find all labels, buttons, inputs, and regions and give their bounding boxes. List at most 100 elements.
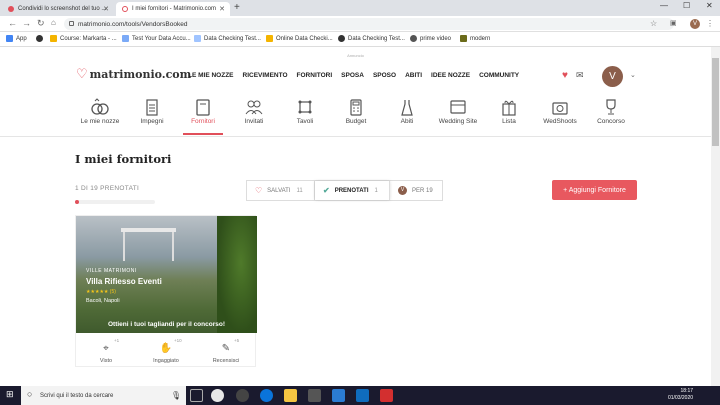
back-icon[interactable]: ← [8, 18, 17, 28]
nav-item[interactable]: FORNITORI [297, 72, 333, 79]
nav-item[interactable]: COMMUNITY [479, 72, 519, 79]
action-ingaggiato[interactable]: ✋ +10 Ingaggiato [136, 338, 196, 364]
subnav-item-wedshoots[interactable]: WedShoots [532, 95, 588, 125]
star-icon[interactable]: ☆ [650, 19, 657, 28]
mail-icon[interactable]: ✉ [576, 70, 584, 81]
subnav-item-wedding-site[interactable]: Wedding Site [430, 95, 486, 125]
scrollbar-thumb[interactable] [712, 58, 719, 146]
user-avatar[interactable]: V [602, 66, 623, 87]
nav-item[interactable]: LE MIE NOZZE [188, 72, 234, 79]
bookmark-item[interactable]: App [6, 35, 27, 42]
bookmark-item[interactable]: Data Checking Test... [338, 35, 405, 42]
bookmark-item[interactable]: modern [460, 35, 490, 42]
chrome-icon[interactable] [211, 389, 224, 402]
globe-icon [338, 35, 345, 42]
review-bubble-icon: ✎ [221, 343, 231, 354]
vendor-card[interactable]: VILLE MATRIMONI Villa Rifiesso Eventi ★★… [75, 215, 257, 367]
bookmark-item[interactable]: Test Your Data Accu... [122, 35, 191, 42]
app-icon[interactable] [236, 389, 249, 402]
menu-icon[interactable]: ⋮ [706, 19, 714, 28]
subnav-item-le-mie-nozze[interactable]: Le mie nozze [72, 95, 128, 125]
heart-icon[interactable]: ♥ [562, 70, 568, 81]
browser-tab-active[interactable]: I miei fornitori - Matrimonio.com ✕ [116, 2, 230, 16]
folder-icon[interactable] [284, 389, 297, 402]
gift-icon [502, 100, 516, 116]
close-icon[interactable]: ✕ [103, 5, 109, 13]
table-icon [298, 100, 312, 114]
bookmark-item[interactable] [36, 35, 46, 42]
calculator-icon [350, 99, 362, 116]
action-recensisci[interactable]: ✎ +5 Recensisci [196, 338, 256, 364]
task-view-icon[interactable] [190, 389, 203, 402]
windows-start-icon[interactable]: ⊞ [6, 389, 14, 400]
home-icon[interactable]: ⌂ [51, 18, 56, 27]
edge-icon[interactable] [260, 389, 273, 402]
close-icon[interactable]: ✕ [219, 5, 225, 13]
bookmark-item[interactable]: Course: Markarta - ... [50, 35, 117, 42]
tab-title: Condividi lo screenshot del tuo ... [18, 6, 107, 12]
taskbar-search[interactable]: ○ Scrivi qui il testo da cercare 🎙 [21, 386, 186, 405]
profile-avatar[interactable]: V [690, 19, 700, 29]
subnav-item-impegni[interactable]: Impegni [124, 95, 180, 125]
nav-item[interactable]: SPOSO [373, 72, 396, 79]
bookmark-icon [460, 35, 467, 42]
subnav-item-concorso[interactable]: Concorso [583, 95, 639, 125]
booked-count: 1 DI 19 PRENOTATI [75, 185, 140, 192]
url-input[interactable]: matrimonio.com/tools/VendorsBooked [64, 18, 674, 30]
bookmark-item[interactable]: Data Checking Test... [194, 35, 261, 42]
gazebo-illustration [121, 228, 176, 261]
microphone-icon[interactable]: 🎙 [171, 391, 181, 400]
filter-booked[interactable]: ✔ PRENOTATI 1 [315, 181, 390, 200]
nav-item[interactable]: IDEE NOZZE [431, 72, 470, 79]
maximize-icon[interactable]: ☐ [683, 1, 690, 10]
guests-icon [245, 100, 263, 115]
favicon-icon [8, 6, 14, 12]
store-icon[interactable] [308, 389, 321, 402]
dress-icon [401, 100, 413, 116]
bookmark-item[interactable]: prime video [410, 35, 451, 42]
nav-item[interactable]: ABITI [405, 72, 422, 79]
app-icon[interactable] [380, 389, 393, 402]
action-visto[interactable]: ⌖ +1 Visto [76, 338, 136, 364]
heart-logo-icon: ♡ [76, 67, 88, 82]
app-icon[interactable] [356, 389, 369, 402]
filter-saved[interactable]: ♡ SALVATI 11 [247, 181, 315, 200]
nav-item[interactable]: SPOSA [341, 72, 364, 79]
subnav-item-budget[interactable]: Budget [328, 95, 384, 125]
tab-title: I miei fornitori - Matrimonio.com [132, 6, 217, 12]
location-pin-icon: ⌖ [103, 343, 109, 354]
browser-tab[interactable]: Condividi lo screenshot del tuo ... ✕ [2, 2, 114, 16]
trophy-icon [606, 99, 616, 115]
contest-promo: Ottieni i tuoi tagliandi per il concorso… [107, 321, 225, 328]
add-vendor-button[interactable]: + Aggiungi Fornitore [552, 180, 637, 200]
extension-icon[interactable]: ▣ [670, 19, 677, 27]
vendor-name[interactable]: Villa Rifiesso Eventi [86, 277, 162, 286]
forward-icon[interactable]: → [22, 18, 31, 28]
filter-per-user[interactable]: V PER 19 [390, 181, 442, 200]
vendor-filter-group: ♡ SALVATI 11 ✔ PRENOTATI 1 V PER 19 [246, 180, 443, 201]
subnav-item-lista[interactable]: Lista [481, 95, 537, 125]
subnav-item-fornitori[interactable]: Fornitori [175, 95, 231, 135]
reload-icon[interactable]: ↻ [37, 18, 45, 29]
subnav-item-abiti[interactable]: Abiti [379, 95, 435, 125]
word-icon[interactable] [332, 389, 345, 402]
ad-label: Annuncio [347, 53, 364, 58]
chevron-down-icon[interactable]: ⌄ [630, 71, 636, 79]
page-title: I miei fornitori [75, 152, 172, 166]
favicon-icon [122, 6, 128, 12]
heart-icon: ♡ [255, 186, 263, 195]
window-close-icon[interactable]: ✕ [706, 1, 713, 10]
new-tab-icon[interactable]: + [234, 2, 240, 13]
nav-item[interactable]: RICEVIMENTO [243, 72, 288, 79]
bookmark-item[interactable]: Online Data Checki... [266, 35, 333, 42]
system-clock[interactable]: 18:17 01/03/2020 [668, 388, 693, 402]
site-logo[interactable]: ♡ matrimonio.com [76, 67, 191, 82]
minimize-icon[interactable]: — [660, 1, 668, 10]
progress-fill [75, 200, 79, 204]
apps-icon [6, 35, 13, 42]
book-icon [196, 99, 210, 116]
camera-icon [552, 102, 568, 115]
subnav-item-tavoli[interactable]: Tavoli [277, 95, 333, 125]
bookmarks-bar: App Course: Markarta - ... Test Your Dat… [0, 32, 720, 47]
subnav-item-invitati[interactable]: Invitati [226, 95, 282, 125]
